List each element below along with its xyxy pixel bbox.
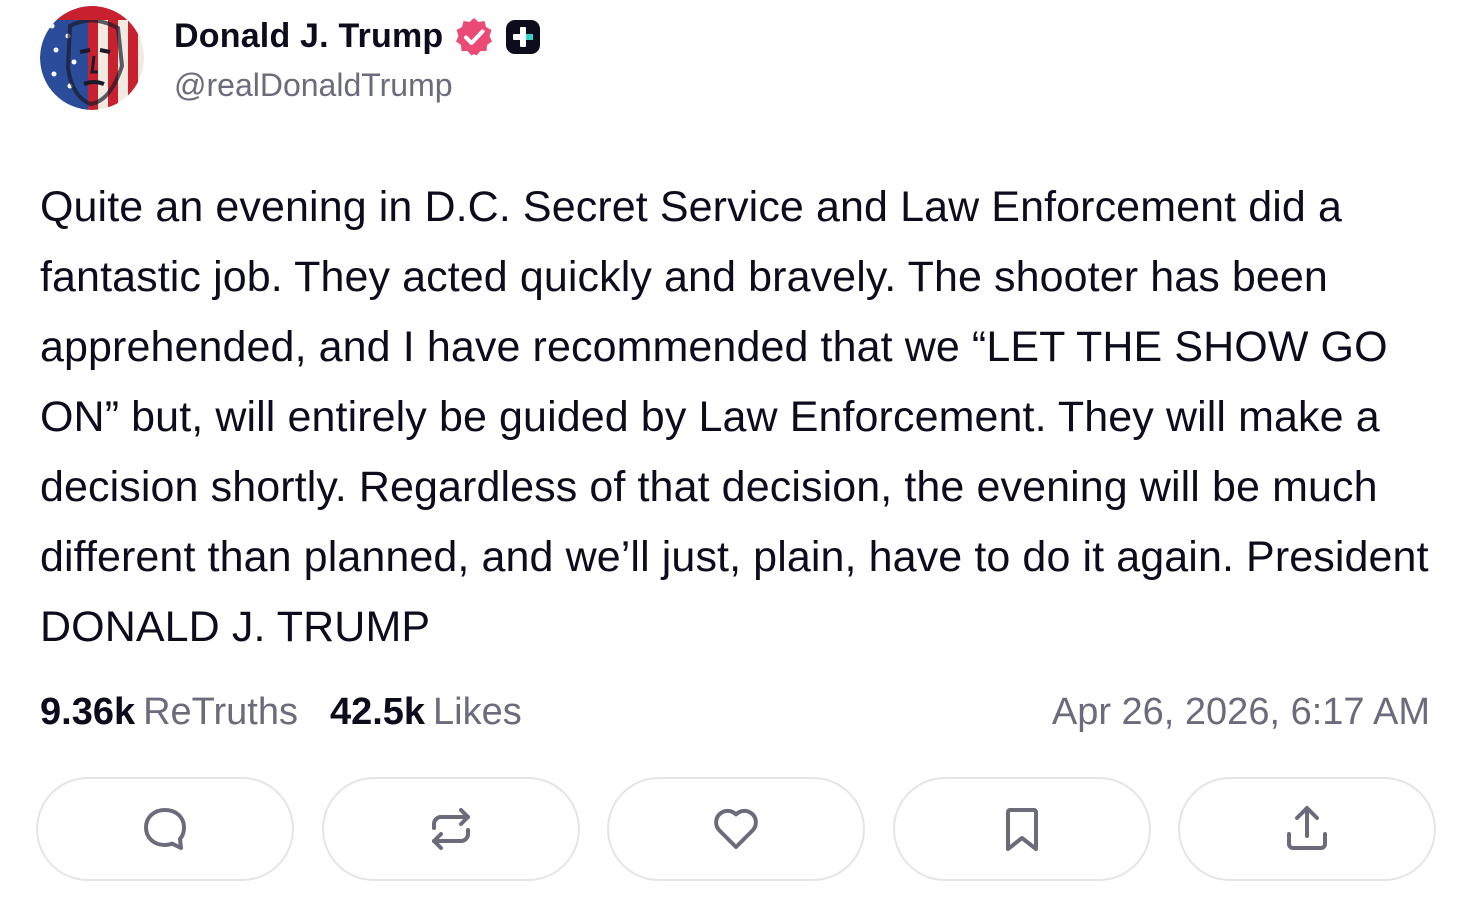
action-bar	[36, 777, 1436, 885]
retruths-count: 9.36k	[40, 690, 136, 733]
comment-icon	[144, 808, 186, 850]
retruths-label: ReTruths	[143, 690, 298, 733]
share-button[interactable]	[1178, 777, 1436, 881]
post-timestamp[interactable]: Apr 26, 2026, 6:17 AM	[1052, 691, 1430, 734]
author-name-row: Donald J. Trump	[174, 13, 541, 61]
bookmark-button[interactable]	[892, 777, 1151, 881]
verified-badge-icon	[453, 16, 495, 58]
post-stats: 9.36k ReTruths 42.5k Likes Apr 26, 2026, 6…	[40, 684, 1430, 740]
retruth-button[interactable]	[321, 777, 580, 881]
avatar[interactable]	[40, 6, 144, 110]
post-text: Quite an evening in D.C. Secret Service …	[40, 183, 1441, 651]
post-header: Donald J. Trump @realDonaldTrump	[40, 6, 541, 110]
like-button[interactable]	[607, 777, 865, 881]
retruths-stat[interactable]: 9.36k ReTruths	[40, 691, 298, 734]
flag-portrait-avatar-icon	[40, 6, 144, 110]
heart-icon	[714, 808, 758, 849]
likes-label: Likes	[433, 690, 522, 733]
truth-plus-badge-icon	[505, 19, 541, 55]
reply-button[interactable]	[36, 777, 294, 881]
bookmark-icon	[1005, 808, 1038, 851]
author-display-name[interactable]: Donald J. Trump	[174, 17, 443, 56]
author-handle[interactable]: @realDonaldTrump	[174, 67, 541, 104]
likes-count: 42.5k	[329, 690, 426, 733]
repost-icon	[431, 808, 470, 850]
share-icon	[1287, 806, 1327, 850]
author-identity: Donald J. Trump @realDonaldTrump	[174, 13, 541, 104]
likes-stat[interactable]: 42.5k Likes	[330, 691, 522, 734]
